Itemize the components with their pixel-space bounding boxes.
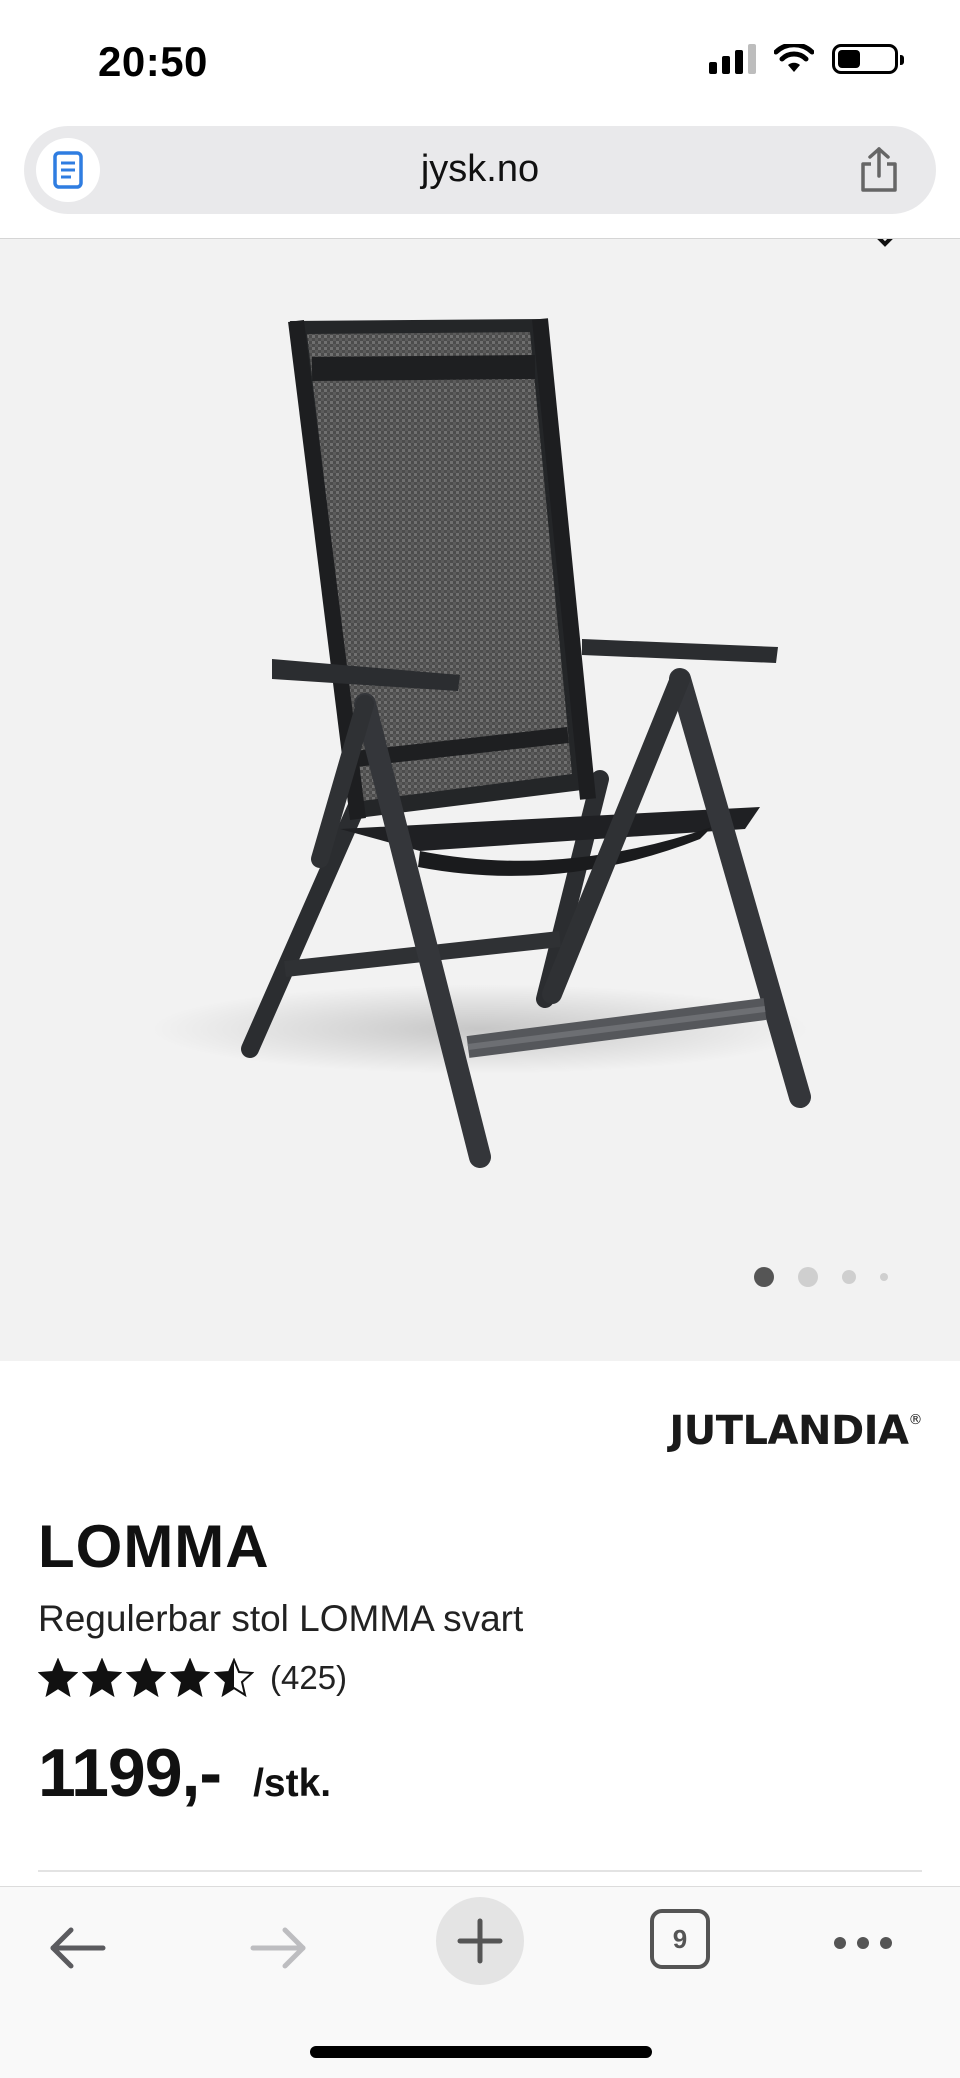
product-description: Regulerbar stol LOMMA svart bbox=[38, 1598, 524, 1639]
address-bar[interactable]: jysk.no bbox=[24, 126, 936, 214]
more-button[interactable] bbox=[828, 1913, 898, 1973]
product-image-carousel[interactable] bbox=[0, 239, 960, 1361]
rating-stars bbox=[38, 1658, 254, 1698]
tabs-button[interactable]: 9 bbox=[650, 1909, 710, 1969]
arrow-left-icon bbox=[50, 1927, 106, 1969]
battery-icon bbox=[832, 44, 904, 74]
forward-button[interactable] bbox=[244, 1913, 314, 1983]
product-price: 1199,- bbox=[38, 1735, 222, 1811]
ellipsis-icon bbox=[834, 1937, 892, 1949]
product-title: LOMMA bbox=[38, 1513, 270, 1580]
review-count[interactable]: (425) bbox=[270, 1659, 347, 1697]
share-icon bbox=[861, 147, 897, 192]
home-indicator[interactable] bbox=[310, 2046, 652, 2058]
star-full-icon bbox=[38, 1658, 78, 1698]
status-icons bbox=[709, 44, 904, 74]
carousel-dot[interactable] bbox=[880, 1273, 888, 1281]
price-row: 1199,- /stk. bbox=[38, 1734, 331, 1812]
wifi-icon bbox=[774, 44, 814, 72]
cellular-signal-icon bbox=[709, 44, 756, 74]
star-half-icon bbox=[214, 1658, 254, 1698]
chair-photo bbox=[150, 318, 811, 1168]
url-text[interactable]: jysk.no bbox=[24, 148, 936, 191]
carousel-dot[interactable] bbox=[798, 1267, 818, 1287]
price-unit: /stk. bbox=[253, 1762, 332, 1805]
brand-logo[interactable]: JUTLANDIA® bbox=[669, 1408, 922, 1454]
share-button[interactable] bbox=[856, 146, 902, 194]
carousel-dot-active[interactable] bbox=[754, 1267, 774, 1287]
plus-icon bbox=[457, 1918, 503, 1964]
carousel-dot[interactable] bbox=[842, 1270, 856, 1284]
arrow-right-icon bbox=[250, 1927, 306, 1969]
carousel-dots[interactable] bbox=[754, 1267, 888, 1287]
status-bar: 20:50 bbox=[0, 0, 960, 120]
new-tab-button[interactable] bbox=[436, 1897, 524, 1985]
divider bbox=[38, 1870, 922, 1872]
product-rating[interactable]: (425) bbox=[38, 1658, 347, 1698]
star-full-icon bbox=[170, 1658, 210, 1698]
star-full-icon bbox=[126, 1658, 166, 1698]
back-button[interactable] bbox=[42, 1913, 112, 1983]
star-full-icon bbox=[82, 1658, 122, 1698]
status-time: 20:50 bbox=[98, 38, 208, 85]
